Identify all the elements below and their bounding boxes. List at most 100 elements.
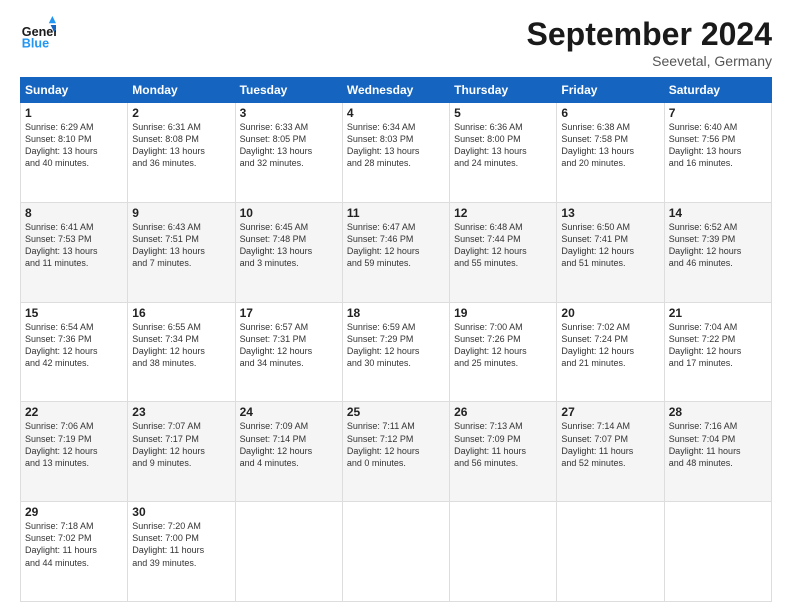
day-cell-3: 3Sunrise: 6:33 AMSunset: 8:05 PMDaylight… (235, 103, 342, 203)
empty-cell (235, 502, 342, 602)
day-details: Sunrise: 7:04 AMSunset: 7:22 PMDaylight:… (669, 321, 767, 370)
day-number: 9 (132, 206, 230, 220)
col-header-thursday: Thursday (450, 78, 557, 103)
day-cell-23: 23Sunrise: 7:07 AMSunset: 7:17 PMDayligh… (128, 402, 235, 502)
day-number: 3 (240, 106, 338, 120)
day-number: 5 (454, 106, 552, 120)
day-cell-21: 21Sunrise: 7:04 AMSunset: 7:22 PMDayligh… (664, 302, 771, 402)
day-number: 30 (132, 505, 230, 519)
day-details: Sunrise: 6:47 AMSunset: 7:46 PMDaylight:… (347, 221, 445, 270)
day-number: 20 (561, 306, 659, 320)
day-cell-1: 1Sunrise: 6:29 AMSunset: 8:10 PMDaylight… (21, 103, 128, 203)
calendar-week-1: 8Sunrise: 6:41 AMSunset: 7:53 PMDaylight… (21, 202, 772, 302)
calendar-week-0: 1Sunrise: 6:29 AMSunset: 8:10 PMDaylight… (21, 103, 772, 203)
day-details: Sunrise: 6:29 AMSunset: 8:10 PMDaylight:… (25, 121, 123, 170)
day-details: Sunrise: 7:02 AMSunset: 7:24 PMDaylight:… (561, 321, 659, 370)
day-details: Sunrise: 7:20 AMSunset: 7:00 PMDaylight:… (132, 520, 230, 569)
day-details: Sunrise: 6:57 AMSunset: 7:31 PMDaylight:… (240, 321, 338, 370)
month-title: September 2024 (527, 16, 772, 53)
day-cell-7: 7Sunrise: 6:40 AMSunset: 7:56 PMDaylight… (664, 103, 771, 203)
calendar-body: 1Sunrise: 6:29 AMSunset: 8:10 PMDaylight… (21, 103, 772, 602)
day-cell-10: 10Sunrise: 6:45 AMSunset: 7:48 PMDayligh… (235, 202, 342, 302)
day-cell-5: 5Sunrise: 6:36 AMSunset: 8:00 PMDaylight… (450, 103, 557, 203)
day-number: 18 (347, 306, 445, 320)
col-header-friday: Friday (557, 78, 664, 103)
calendar-week-3: 22Sunrise: 7:06 AMSunset: 7:19 PMDayligh… (21, 402, 772, 502)
logo-icon: General Blue (20, 16, 56, 52)
day-cell-8: 8Sunrise: 6:41 AMSunset: 7:53 PMDaylight… (21, 202, 128, 302)
day-cell-24: 24Sunrise: 7:09 AMSunset: 7:14 PMDayligh… (235, 402, 342, 502)
day-cell-14: 14Sunrise: 6:52 AMSunset: 7:39 PMDayligh… (664, 202, 771, 302)
location: Seevetal, Germany (527, 53, 772, 69)
day-details: Sunrise: 6:36 AMSunset: 8:00 PMDaylight:… (454, 121, 552, 170)
calendar-week-4: 29Sunrise: 7:18 AMSunset: 7:02 PMDayligh… (21, 502, 772, 602)
day-cell-30: 30Sunrise: 7:20 AMSunset: 7:00 PMDayligh… (128, 502, 235, 602)
day-cell-19: 19Sunrise: 7:00 AMSunset: 7:26 PMDayligh… (450, 302, 557, 402)
day-cell-18: 18Sunrise: 6:59 AMSunset: 7:29 PMDayligh… (342, 302, 449, 402)
day-details: Sunrise: 6:33 AMSunset: 8:05 PMDaylight:… (240, 121, 338, 170)
calendar-week-2: 15Sunrise: 6:54 AMSunset: 7:36 PMDayligh… (21, 302, 772, 402)
day-details: Sunrise: 6:31 AMSunset: 8:08 PMDaylight:… (132, 121, 230, 170)
day-number: 17 (240, 306, 338, 320)
day-number: 29 (25, 505, 123, 519)
day-details: Sunrise: 7:18 AMSunset: 7:02 PMDaylight:… (25, 520, 123, 569)
day-number: 8 (25, 206, 123, 220)
day-details: Sunrise: 7:06 AMSunset: 7:19 PMDaylight:… (25, 420, 123, 469)
day-number: 11 (347, 206, 445, 220)
calendar-table: SundayMondayTuesdayWednesdayThursdayFrid… (20, 77, 772, 602)
day-details: Sunrise: 6:40 AMSunset: 7:56 PMDaylight:… (669, 121, 767, 170)
empty-cell (342, 502, 449, 602)
day-cell-15: 15Sunrise: 6:54 AMSunset: 7:36 PMDayligh… (21, 302, 128, 402)
day-number: 28 (669, 405, 767, 419)
col-header-monday: Monday (128, 78, 235, 103)
day-details: Sunrise: 6:38 AMSunset: 7:58 PMDaylight:… (561, 121, 659, 170)
day-cell-2: 2Sunrise: 6:31 AMSunset: 8:08 PMDaylight… (128, 103, 235, 203)
col-header-wednesday: Wednesday (342, 78, 449, 103)
day-details: Sunrise: 6:43 AMSunset: 7:51 PMDaylight:… (132, 221, 230, 270)
day-number: 14 (669, 206, 767, 220)
day-details: Sunrise: 7:00 AMSunset: 7:26 PMDaylight:… (454, 321, 552, 370)
empty-cell (450, 502, 557, 602)
title-block: September 2024 Seevetal, Germany (527, 16, 772, 69)
day-number: 22 (25, 405, 123, 419)
svg-text:Blue: Blue (22, 37, 49, 51)
day-details: Sunrise: 7:11 AMSunset: 7:12 PMDaylight:… (347, 420, 445, 469)
day-cell-4: 4Sunrise: 6:34 AMSunset: 8:03 PMDaylight… (342, 103, 449, 203)
day-number: 27 (561, 405, 659, 419)
day-details: Sunrise: 6:55 AMSunset: 7:34 PMDaylight:… (132, 321, 230, 370)
day-cell-16: 16Sunrise: 6:55 AMSunset: 7:34 PMDayligh… (128, 302, 235, 402)
day-number: 1 (25, 106, 123, 120)
day-details: Sunrise: 7:14 AMSunset: 7:07 PMDaylight:… (561, 420, 659, 469)
day-details: Sunrise: 7:16 AMSunset: 7:04 PMDaylight:… (669, 420, 767, 469)
day-details: Sunrise: 6:41 AMSunset: 7:53 PMDaylight:… (25, 221, 123, 270)
day-number: 13 (561, 206, 659, 220)
day-number: 6 (561, 106, 659, 120)
col-header-tuesday: Tuesday (235, 78, 342, 103)
day-details: Sunrise: 6:48 AMSunset: 7:44 PMDaylight:… (454, 221, 552, 270)
day-details: Sunrise: 6:50 AMSunset: 7:41 PMDaylight:… (561, 221, 659, 270)
empty-cell (557, 502, 664, 602)
day-details: Sunrise: 7:13 AMSunset: 7:09 PMDaylight:… (454, 420, 552, 469)
day-number: 15 (25, 306, 123, 320)
day-number: 12 (454, 206, 552, 220)
day-number: 24 (240, 405, 338, 419)
day-number: 21 (669, 306, 767, 320)
day-cell-27: 27Sunrise: 7:14 AMSunset: 7:07 PMDayligh… (557, 402, 664, 502)
day-number: 2 (132, 106, 230, 120)
day-cell-11: 11Sunrise: 6:47 AMSunset: 7:46 PMDayligh… (342, 202, 449, 302)
day-details: Sunrise: 6:59 AMSunset: 7:29 PMDaylight:… (347, 321, 445, 370)
day-cell-20: 20Sunrise: 7:02 AMSunset: 7:24 PMDayligh… (557, 302, 664, 402)
day-details: Sunrise: 6:34 AMSunset: 8:03 PMDaylight:… (347, 121, 445, 170)
day-number: 26 (454, 405, 552, 419)
day-details: Sunrise: 6:52 AMSunset: 7:39 PMDaylight:… (669, 221, 767, 270)
col-header-saturday: Saturday (664, 78, 771, 103)
page-header: General Blue September 2024 Seevetal, Ge… (20, 16, 772, 69)
day-cell-12: 12Sunrise: 6:48 AMSunset: 7:44 PMDayligh… (450, 202, 557, 302)
day-cell-9: 9Sunrise: 6:43 AMSunset: 7:51 PMDaylight… (128, 202, 235, 302)
day-number: 19 (454, 306, 552, 320)
day-number: 7 (669, 106, 767, 120)
calendar-header: SundayMondayTuesdayWednesdayThursdayFrid… (21, 78, 772, 103)
day-details: Sunrise: 6:54 AMSunset: 7:36 PMDaylight:… (25, 321, 123, 370)
day-number: 16 (132, 306, 230, 320)
col-header-sunday: Sunday (21, 78, 128, 103)
